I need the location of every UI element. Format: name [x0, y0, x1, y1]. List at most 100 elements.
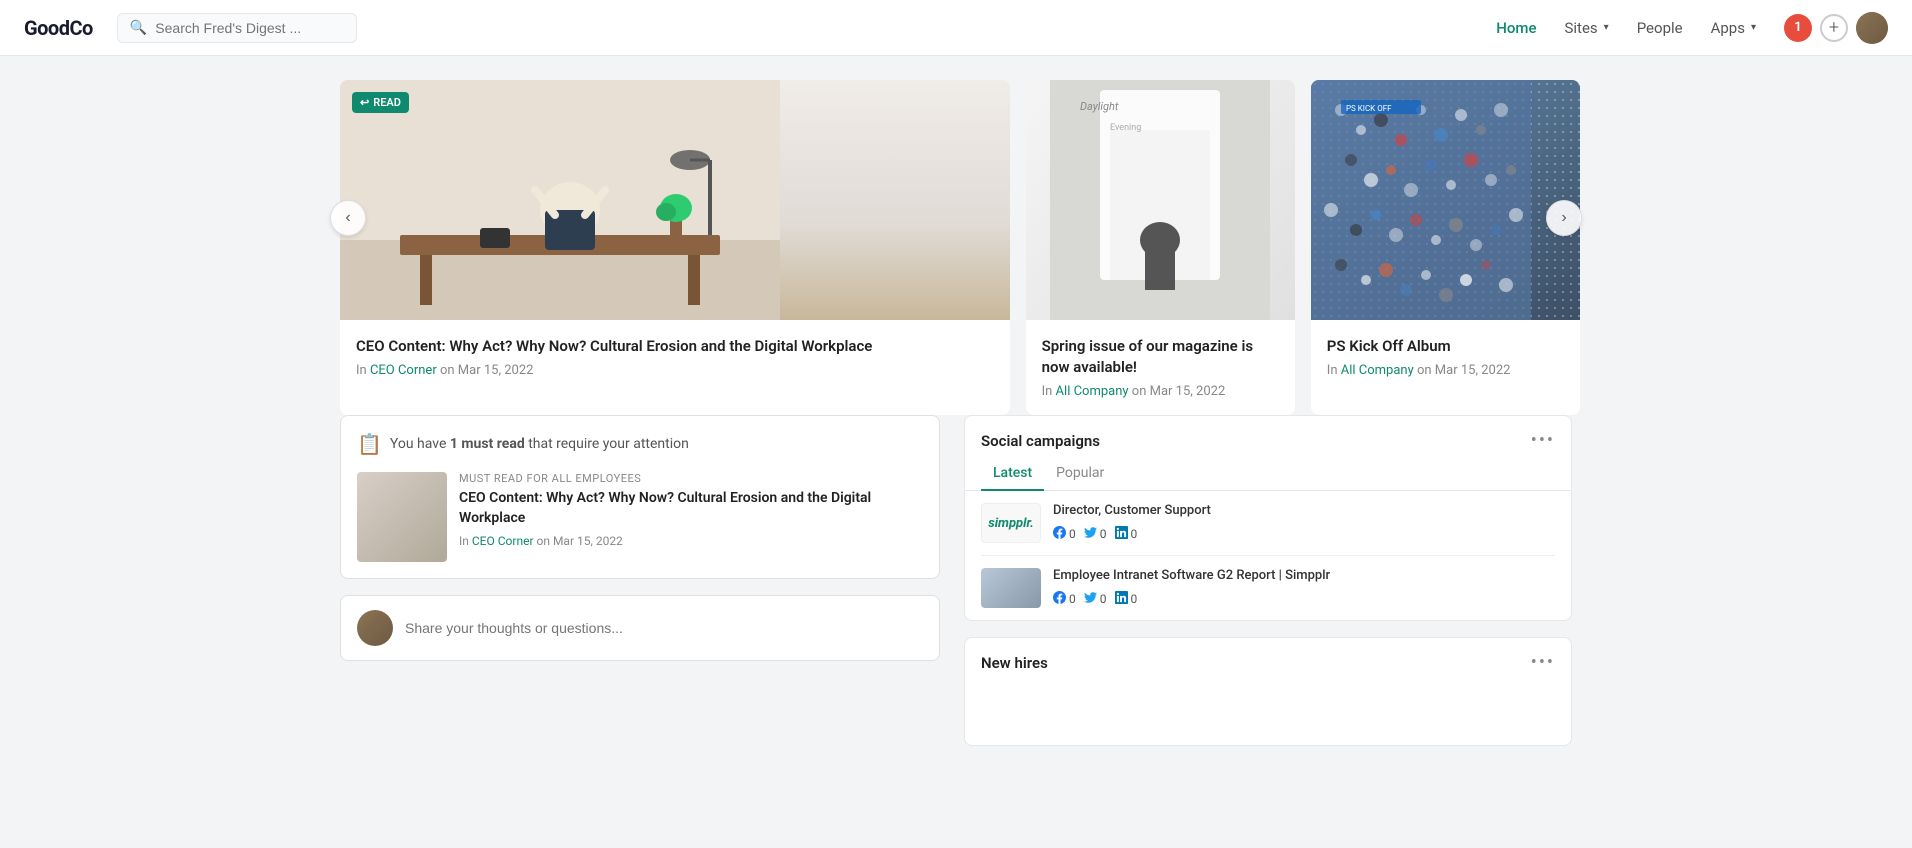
- twitter-action[interactable]: 0: [1084, 526, 1107, 543]
- header-actions: 1 +: [1784, 12, 1888, 44]
- social-campaign-content: Employee Intranet Software G2 Report | S…: [1053, 568, 1555, 608]
- nav-link-home[interactable]: Home: [1484, 13, 1548, 43]
- social-campaigns-widget: Social campaigns ••• Latest Popular simp…: [964, 415, 1572, 621]
- carousel-image-crowd: PS KICK OFF: [1311, 80, 1580, 320]
- carousel-card-channel-link[interactable]: All Company: [1341, 363, 1414, 378]
- must-read-card: 📋 You have 1 must read that require your…: [340, 415, 940, 579]
- crowd-illustration: PS KICK OFF: [1311, 80, 1531, 320]
- carousel-card-meta: In All Company on Mar 15, 2022: [1327, 363, 1564, 378]
- social-campaigns-title: Social campaigns: [981, 432, 1100, 450]
- social-campaign-logo: simpplr.: [981, 503, 1041, 543]
- twitter-icon: [1084, 526, 1097, 543]
- notification-badge[interactable]: 1: [1784, 14, 1812, 42]
- search-icon: 🔍: [130, 20, 147, 36]
- read-badge-icon: ↩: [360, 96, 369, 109]
- social-campaign-title: Director, Customer Support: [1053, 503, 1555, 520]
- avatar[interactable]: [1856, 12, 1888, 44]
- social-campaigns-more-button[interactable]: •••: [1531, 430, 1555, 451]
- facebook-icon: [1053, 526, 1066, 543]
- magazine-illustration: Daylight Evening: [1050, 80, 1270, 320]
- add-button[interactable]: +: [1820, 14, 1848, 42]
- linkedin-icon: [1115, 526, 1128, 543]
- nav-link-sites[interactable]: Sites ▾: [1552, 13, 1620, 43]
- social-campaign-thumbnail: [981, 568, 1041, 608]
- chevron-down-icon: ▾: [1751, 22, 1756, 33]
- new-hires-widget: New hires •••: [964, 637, 1572, 746]
- header: GoodCo 🔍 Home Sites ▾ People Apps ▾ 1 +: [0, 0, 1912, 56]
- linkedin-action[interactable]: 0: [1115, 591, 1138, 608]
- carousel-card-title: CEO Content: Why Act? Why Now? Cultural …: [356, 336, 994, 357]
- social-campaigns-tabs: Latest Popular: [965, 451, 1571, 491]
- twitter-action[interactable]: 0: [1084, 591, 1107, 608]
- carousel-item-magazine[interactable]: Daylight Evening Spring issue of our mag…: [1026, 80, 1295, 415]
- must-read-label: Must read for all employees: [459, 472, 923, 485]
- new-hires-title: New hires: [981, 654, 1048, 672]
- social-campaigns-header: Social campaigns •••: [965, 416, 1571, 451]
- tab-latest[interactable]: Latest: [981, 459, 1044, 491]
- must-read-title: CEO Content: Why Act? Why Now? Cultural …: [459, 489, 923, 528]
- carousel-track: ↩ READ CEO Content: Why Act? Why Now? Cu…: [340, 80, 1572, 415]
- carousel-card-content: PS Kick Off Album In All Company on Mar …: [1311, 320, 1580, 394]
- carousel-card-title: Spring issue of our magazine is now avai…: [1042, 336, 1279, 378]
- social-campaign-item[interactable]: Employee Intranet Software G2 Report | S…: [981, 568, 1555, 608]
- facebook-icon: [1053, 591, 1066, 608]
- must-read-body: Must read for all employees CEO Content:…: [459, 472, 923, 548]
- carousel-item-large[interactable]: ↩ READ CEO Content: Why Act? Why Now? Cu…: [340, 80, 1010, 415]
- carousel-card-title: PS Kick Off Album: [1327, 336, 1564, 357]
- bottom-section: 📋 You have 1 must read that require your…: [340, 415, 1572, 746]
- must-read-meta: In CEO Corner on Mar 15, 2022: [459, 534, 923, 548]
- social-campaign-item[interactable]: simpplr. Director, Customer Support 0: [981, 503, 1555, 556]
- right-sidebar: Social campaigns ••• Latest Popular simp…: [964, 415, 1572, 746]
- carousel-card-meta: In CEO Corner on Mar 15, 2022: [356, 363, 994, 378]
- svg-text:Evening: Evening: [1110, 123, 1141, 133]
- search-bar[interactable]: 🔍: [117, 13, 357, 43]
- carousel-card-content: CEO Content: Why Act? Why Now? Cultural …: [340, 320, 1010, 394]
- chevron-down-icon: ▾: [1604, 22, 1609, 33]
- must-read-item[interactable]: Must read for all employees CEO Content:…: [357, 472, 923, 562]
- carousel-item-kickoff[interactable]: PS KICK OFF PS Kick Off Album In All Com…: [1311, 80, 1580, 415]
- carousel-next-button[interactable]: ›: [1546, 200, 1582, 236]
- social-campaign-actions: 0 0: [1053, 591, 1555, 608]
- carousel-card-meta: In All Company on Mar 15, 2022: [1042, 384, 1279, 399]
- facebook-action[interactable]: 0: [1053, 591, 1076, 608]
- post-avatar: [357, 610, 393, 646]
- social-campaign-title: Employee Intranet Software G2 Report | S…: [1053, 568, 1555, 585]
- social-campaign-thumbnail-image: [981, 568, 1041, 608]
- carousel-card-channel-link[interactable]: CEO Corner: [370, 363, 437, 378]
- carousel-image-magazine: Daylight Evening: [1026, 80, 1295, 320]
- carousel-image-desk: [340, 80, 1010, 320]
- must-read-icon: 📋: [357, 432, 382, 456]
- left-column: 📋 You have 1 must read that require your…: [340, 415, 940, 746]
- carousel-card-channel-link[interactable]: All Company: [1056, 384, 1129, 399]
- new-hires-body: [965, 685, 1571, 745]
- carousel-section: ‹: [340, 80, 1572, 415]
- must-read-channel-link[interactable]: CEO Corner: [472, 534, 534, 548]
- twitter-icon: [1084, 591, 1097, 608]
- main-content: ‹: [316, 56, 1596, 770]
- app-logo[interactable]: GoodCo: [24, 16, 93, 40]
- linkedin-action[interactable]: 0: [1115, 526, 1138, 543]
- post-box: [340, 595, 940, 661]
- read-badge: ↩ READ: [352, 92, 409, 113]
- avatar-image: [1856, 12, 1888, 44]
- must-read-thumbnail: [357, 472, 447, 562]
- nav-link-people[interactable]: People: [1625, 13, 1695, 43]
- svg-text:Daylight: Daylight: [1080, 100, 1119, 113]
- social-campaign-actions: 0 0: [1053, 526, 1555, 543]
- must-read-thumbnail-image: [357, 472, 447, 562]
- must-read-count: 1 must read: [450, 436, 525, 452]
- new-hires-header: New hires •••: [965, 638, 1571, 685]
- facebook-action[interactable]: 0: [1053, 526, 1076, 543]
- new-hires-more-button[interactable]: •••: [1531, 652, 1555, 673]
- tab-popular[interactable]: Popular: [1044, 459, 1116, 491]
- carousel-prev-button[interactable]: ‹: [330, 200, 366, 236]
- main-nav: Home Sites ▾ People Apps ▾: [1484, 13, 1768, 43]
- post-input[interactable]: [405, 620, 923, 636]
- social-campaigns-body: simpplr. Director, Customer Support 0: [965, 491, 1571, 620]
- search-input[interactable]: [155, 20, 344, 36]
- social-campaign-content: Director, Customer Support 0: [1053, 503, 1555, 543]
- linkedin-icon: [1115, 591, 1128, 608]
- must-read-header-text: You have 1 must read that require your a…: [390, 436, 689, 452]
- nav-link-apps[interactable]: Apps ▾: [1699, 13, 1768, 43]
- svg-text:PS KICK OFF: PS KICK OFF: [1346, 104, 1392, 113]
